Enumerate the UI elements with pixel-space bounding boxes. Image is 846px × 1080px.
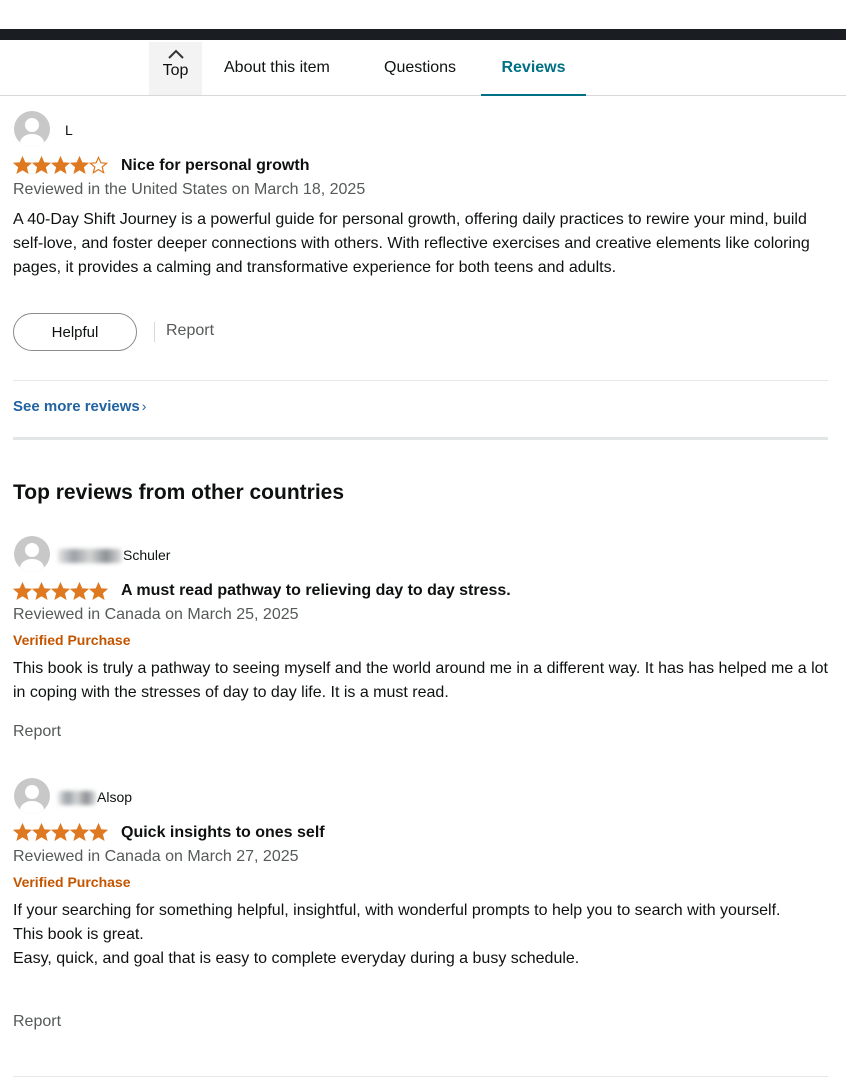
verified-purchase-badge: Verified Purchase [13,632,131,648]
star-filled-icon [89,823,108,842]
star-filled-icon [32,582,51,601]
star-rating [13,582,108,602]
review-body-line: This book is great. [13,926,144,943]
verified-purchase-badge: Verified Purchase [13,874,131,890]
reviewer-name-wrap: Alsop [58,789,133,806]
review-date: Reviewed in Canada on March 27, 2025 [13,848,299,865]
star-filled-icon [13,582,32,601]
avatar [14,778,50,814]
reviewer-name-wrap: Schuler [58,547,171,564]
star-filled-icon [70,156,89,175]
redacted-name [58,549,122,564]
section-divider [13,437,828,440]
star-rating [13,156,108,176]
review-date: Reviewed in Canada on March 25, 2025 [13,606,299,623]
reviewer-name: Alsop [97,789,133,805]
report-link[interactable]: Report [166,322,214,340]
star-filled-icon [70,823,89,842]
divider [154,322,155,342]
review-body-line: Easy, quick, and goal that is easy to co… [13,950,580,967]
tab-about-this-item[interactable]: About this item [224,40,330,96]
review-body-line: If your searching for something helpful,… [13,902,781,919]
star-filled-icon [70,582,89,601]
star-filled-icon [13,156,32,175]
report-link[interactable]: Report [13,723,61,741]
section-title: Top reviews from other countries [13,481,345,504]
review-title[interactable]: A must read pathway to relieving day to … [121,582,511,600]
chevron-up-icon [167,49,184,59]
divider [13,380,828,381]
tab-reviews[interactable]: Reviews [481,40,586,96]
review-body: This book is truly a pathway to seeing m… [13,657,828,705]
see-more-reviews-link[interactable]: See more reviews › [13,398,146,415]
review-title[interactable]: Nice for personal growth [121,157,309,175]
star-rating [13,823,108,843]
section-nav: Top About this item Questions Reviews [0,40,846,96]
helpful-button[interactable]: Helpful [13,313,137,351]
review-date: Reviewed in the United States on March 1… [13,181,366,198]
redacted-name [58,791,96,806]
star-filled-icon [13,823,32,842]
review-title[interactable]: Quick insights to ones self [121,824,325,842]
star-filled-icon [89,582,108,601]
review-body: A 40-Day Shift Journey is a powerful gui… [13,211,810,276]
chevron-right-icon: › [141,398,147,414]
top-whitespace [0,0,846,29]
avatar [14,536,50,572]
star-filled-icon [51,823,70,842]
divider [13,1076,828,1077]
star-filled-icon [51,582,70,601]
header-bar [0,29,846,40]
see-more-reviews-label: See more reviews [13,398,140,415]
reviewer-name: Schuler [123,547,171,563]
star-filled-icon [32,823,51,842]
reviewer-name: L [65,122,73,138]
tab-questions[interactable]: Questions [384,40,456,96]
review-body-line: This book is truly a pathway to seeing m… [13,660,828,701]
avatar [14,111,50,147]
star-filled-icon [51,156,70,175]
review-body: If your searching for something helpful,… [13,899,828,971]
back-to-top-button[interactable]: Top [149,42,202,95]
report-link[interactable]: Report [13,1013,61,1031]
back-to-top-label: Top [162,62,189,79]
star-empty-icon [89,156,108,175]
star-filled-icon [32,156,51,175]
